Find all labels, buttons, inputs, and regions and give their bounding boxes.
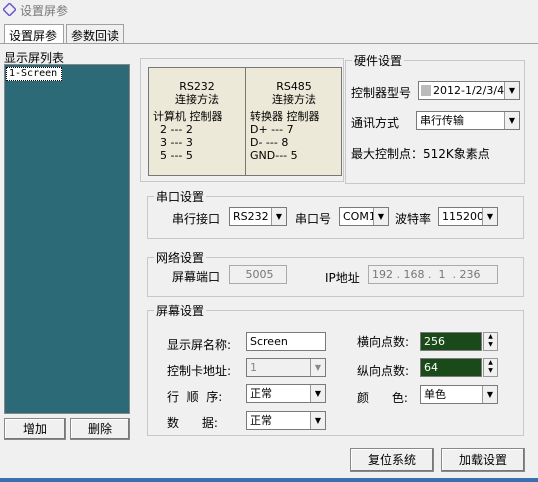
tab-settings[interactable]: 设置屏参 [4, 24, 64, 44]
v-points-input[interactable]: 64 [420, 358, 482, 377]
screen-port-label: 屏幕端口 [172, 270, 221, 284]
port-select-value: RS232 [233, 210, 269, 223]
baud-select-value: 115200 [442, 210, 484, 223]
window-title: 设置屏参 [20, 4, 69, 18]
comm-label: 通讯方式 [351, 116, 400, 130]
card-address-value: 1 [250, 361, 257, 374]
card-address-label: 控制卡地址: [167, 364, 232, 378]
data-select[interactable]: 正常 ▼ [246, 411, 326, 430]
com-label: 串口号 [295, 212, 332, 226]
comm-select[interactable]: 串行传输 ▼ [416, 111, 520, 130]
comm-select-value: 串行传输 [420, 114, 464, 127]
chevron-down-icon[interactable]: ▼ [373, 208, 388, 225]
bottom-edge [0, 478, 538, 482]
rs232-title: RS232 连接方法 [175, 80, 219, 106]
row-order-value: 正常 [250, 387, 272, 400]
spin-up-icon[interactable]: ▲ [484, 333, 497, 341]
screen-port-input[interactable]: 5005 [229, 265, 287, 284]
screen-list[interactable]: 1-Screen [4, 64, 130, 414]
port-select[interactable]: RS232 ▼ [229, 207, 287, 226]
model-swatch-icon [421, 85, 431, 96]
com-select[interactable]: COM1 ▼ [339, 207, 389, 226]
chevron-down-icon[interactable]: ▼ [504, 82, 519, 99]
v-points-label: 纵向点数: [357, 364, 410, 378]
spin-down-icon[interactable]: ▼ [484, 367, 497, 375]
reset-system-button[interactable]: 复位系统 [350, 448, 434, 472]
tab-readback[interactable]: 参数回读 [66, 24, 124, 44]
com-select-value: COM1 [343, 210, 376, 223]
baud-select[interactable]: 115200 ▼ [438, 207, 498, 226]
screen-name-label: 显示屏名称: [167, 338, 232, 352]
chevron-down-icon[interactable]: ▼ [310, 385, 325, 402]
rs232-pinout: 计算机 控制器 2 --- 2 3 --- 3 5 --- 5 [153, 110, 223, 162]
max-points-text: 最大控制点：512K象素点 [351, 147, 490, 161]
model-label: 控制器型号 [351, 86, 412, 100]
data-select-value: 正常 [250, 414, 272, 427]
screen-name-input[interactable]: Screen [246, 332, 326, 351]
row-order-label: 行 顺 序: [167, 390, 223, 404]
row-order-select[interactable]: 正常 ▼ [246, 384, 326, 403]
rs485-title: RS485 连接方法 [272, 80, 316, 106]
data-label: 数 据: [167, 416, 218, 430]
model-select[interactable]: 2012-1/2/3/4 ▼ [418, 81, 520, 100]
connection-diagram: RS232 连接方法 计算机 控制器 2 --- 2 3 --- 3 5 ---… [148, 67, 342, 176]
chevron-down-icon[interactable]: ▼ [504, 112, 519, 129]
spin-up-icon[interactable]: ▲ [484, 359, 497, 367]
v-points-spinner[interactable]: ▲ ▼ [483, 358, 498, 377]
serial-legend: 串口设置 [154, 188, 207, 205]
port-label: 串行接口 [172, 212, 221, 226]
h-points-input[interactable]: 256 [420, 332, 482, 351]
add-button[interactable]: 增加 [4, 418, 66, 440]
rs485-pinout: 转换器 控制器 D+ --- 7 D- --- 8 GND--- 5 [250, 110, 320, 162]
app-icon [3, 3, 16, 16]
ip-label: IP地址 [325, 271, 360, 285]
ip-input[interactable]: 192 . 168 . 1 . 236 [368, 265, 498, 284]
color-label: 颜 色: [357, 391, 408, 405]
baud-label: 波特率 [395, 212, 432, 226]
chevron-down-icon[interactable]: ▼ [310, 359, 325, 376]
delete-button[interactable]: 删除 [70, 418, 130, 440]
tab-divider [0, 43, 538, 44]
h-points-label: 横向点数: [357, 335, 410, 349]
h-points-spinner[interactable]: ▲ ▼ [483, 332, 498, 351]
color-select-value: 单色 [424, 388, 446, 401]
screen-legend: 屏幕设置 [154, 302, 207, 319]
chevron-down-icon[interactable]: ▼ [310, 412, 325, 429]
spin-down-icon[interactable]: ▼ [484, 341, 497, 349]
title-bar: 设置屏参 [0, 0, 538, 20]
list-item[interactable]: 1-Screen [6, 67, 62, 81]
hardware-legend: 硬件设置 [352, 52, 405, 69]
model-select-value: 2012-1/2/3/4 [433, 84, 505, 97]
chevron-down-icon[interactable]: ▼ [482, 208, 497, 225]
color-select[interactable]: 单色 ▼ [420, 385, 498, 404]
chevron-down-icon[interactable]: ▼ [271, 208, 286, 225]
network-legend: 网络设置 [154, 249, 207, 266]
chevron-down-icon[interactable]: ▼ [482, 386, 497, 403]
card-address-select[interactable]: 1 ▼ [246, 358, 326, 377]
load-settings-button[interactable]: 加载设置 [441, 448, 525, 472]
